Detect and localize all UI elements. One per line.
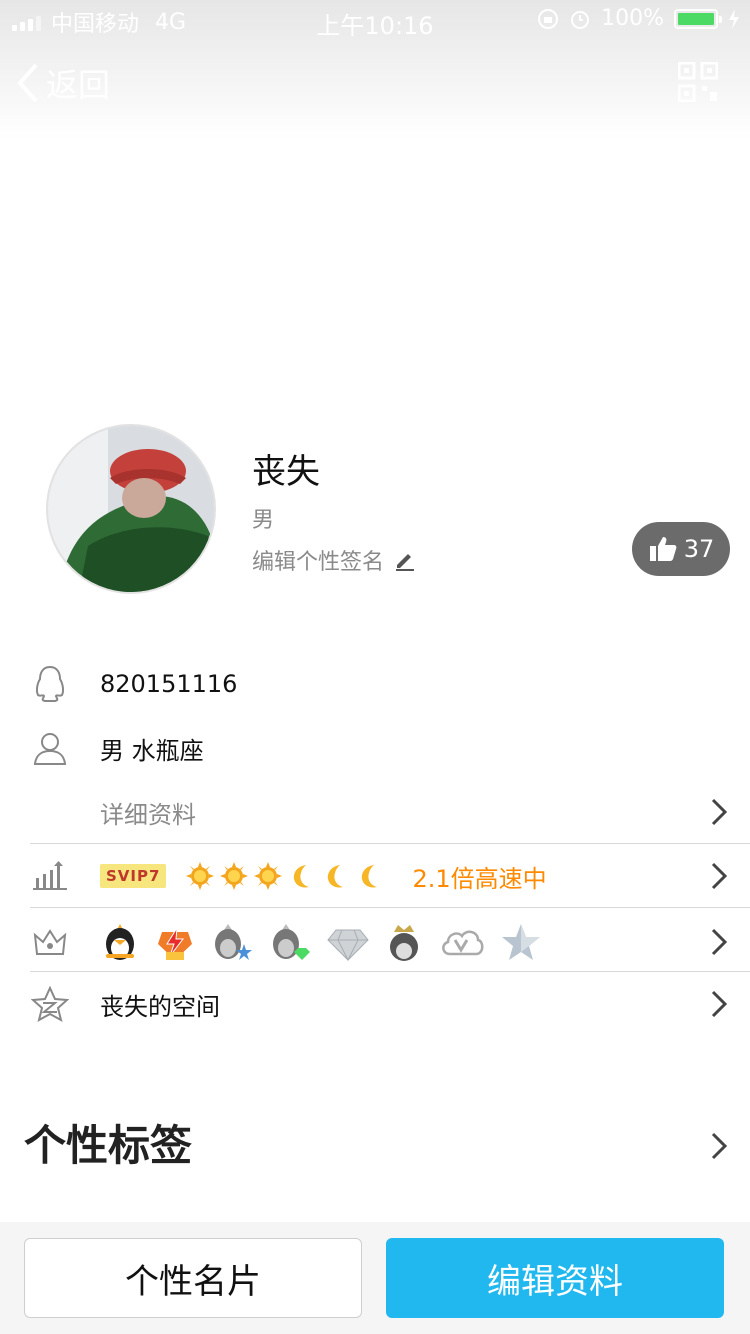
crown-outline-icon	[30, 922, 70, 962]
qq-penguin-badge-icon	[106, 924, 134, 960]
edit-profile-button[interactable]: 编辑资料	[386, 1238, 724, 1318]
crown-penguin-badge-icon	[390, 925, 418, 961]
details-row[interactable]: 详细资料	[0, 792, 750, 832]
pencil-icon	[396, 554, 415, 571]
divider	[30, 971, 750, 972]
like-button[interactable]: 37	[632, 522, 730, 576]
qq-number-row: 820151116	[0, 664, 750, 704]
svip-badge: SVIP7	[100, 864, 167, 888]
battery-icon	[674, 8, 722, 29]
divider	[30, 843, 750, 844]
sun-icon	[220, 862, 249, 890]
back-button[interactable]: 返回	[16, 60, 110, 106]
star-badge-icon	[502, 924, 540, 960]
moon-icon	[328, 865, 344, 888]
nickname: 丧失	[252, 452, 320, 492]
qr-code-icon	[677, 61, 719, 103]
badge-icons-group	[100, 922, 542, 962]
charging-icon	[729, 8, 739, 29]
person-outline-icon	[30, 728, 70, 768]
details-label: 详细资料	[100, 800, 196, 829]
thumbs-up-icon	[649, 537, 677, 561]
back-chevron-icon	[17, 63, 38, 103]
orientation-lock-icon	[538, 8, 559, 29]
qr-code-button[interactable]	[677, 61, 719, 106]
sun-icon	[254, 862, 283, 890]
gender-zodiac-row: 男 水瓶座	[0, 728, 750, 768]
diamond-badge-icon	[327, 929, 369, 962]
qzone-star-icon	[30, 984, 70, 1024]
chevron-right-icon	[711, 990, 728, 1018]
chevron-right-icon	[711, 928, 728, 956]
status-bar: 中国移动 4G 上午10:16 100%	[0, 0, 750, 40]
chevron-right-icon	[711, 1132, 728, 1160]
back-label: 返回	[46, 66, 111, 104]
personal-tags-row[interactable]	[0, 1126, 750, 1166]
speed-text: 2.1倍高速中	[412, 864, 547, 893]
cloud-vip-badge-icon	[442, 930, 484, 956]
penguin-outline-icon	[30, 664, 70, 704]
badges-row[interactable]	[0, 920, 750, 964]
signature-edit[interactable]: 编辑个性签名	[252, 544, 416, 576]
lightning-level-badge-icon	[158, 927, 192, 960]
signature-label: 编辑个性签名	[252, 550, 385, 575]
moon-icon	[294, 865, 310, 888]
level-chart-icon	[30, 856, 70, 896]
penguin-star-badge-icon	[215, 924, 252, 960]
gender-label: 男	[252, 508, 275, 533]
bottom-action-bar: 个性名片 编辑资料	[0, 1222, 750, 1334]
avatar[interactable]	[46, 424, 216, 594]
svip-level-group: SVIP7 2.1倍高速中	[100, 859, 547, 894]
alarm-icon	[571, 10, 590, 29]
profile-header: 丧失 男 编辑个性签名 37	[0, 424, 750, 594]
chevron-right-icon	[711, 798, 728, 826]
divider	[30, 907, 750, 908]
status-right: 100%	[537, 6, 740, 31]
sun-icon	[186, 862, 215, 890]
qzone-label: 丧失的空间	[100, 992, 220, 1021]
moon-icon	[362, 865, 378, 888]
qzone-row[interactable]: 丧失的空间	[0, 984, 750, 1024]
gender-zodiac: 男 水瓶座	[100, 736, 204, 765]
qq-number: 820151116	[100, 670, 238, 698]
like-count: 37	[683, 535, 715, 563]
personal-card-button[interactable]: 个性名片	[24, 1238, 362, 1318]
battery-percent: 100%	[601, 6, 664, 31]
chevron-right-icon	[711, 862, 728, 890]
avatar-photo	[48, 426, 214, 592]
svip-row[interactable]: SVIP7 2.1倍高速中	[0, 856, 750, 896]
penguin-diamond-badge-icon	[273, 924, 310, 960]
